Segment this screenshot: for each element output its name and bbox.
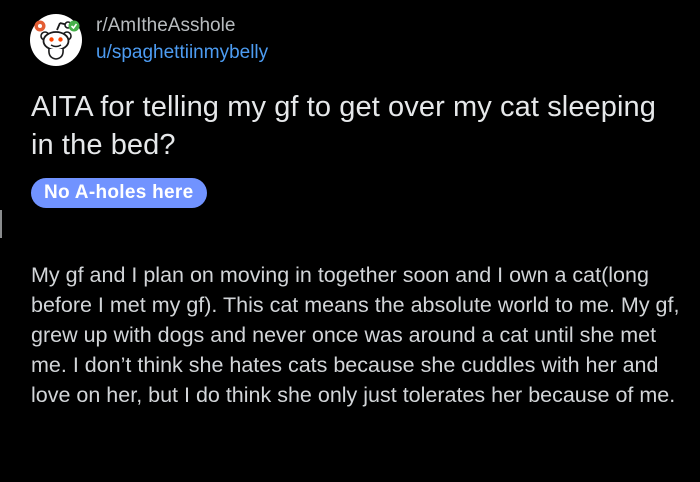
subreddit-link[interactable]: r/AmItheAsshole: [96, 15, 268, 37]
username-link[interactable]: u/spaghettiinmybelly: [96, 41, 268, 65]
post-header: r/AmItheAsshole u/spaghettiinmybelly: [30, 12, 268, 68]
reddit-snoo-icon: [34, 20, 80, 60]
edge-divider: [0, 210, 2, 238]
post-meta: r/AmItheAsshole u/spaghettiinmybelly: [96, 15, 268, 65]
post-flair[interactable]: No A-holes here: [31, 178, 207, 208]
post-title: AITA for telling my gf to get over my ca…: [31, 91, 657, 161]
user-avatar[interactable]: [30, 14, 82, 66]
post-body: My gf and I plan on moving in together s…: [31, 263, 680, 407]
